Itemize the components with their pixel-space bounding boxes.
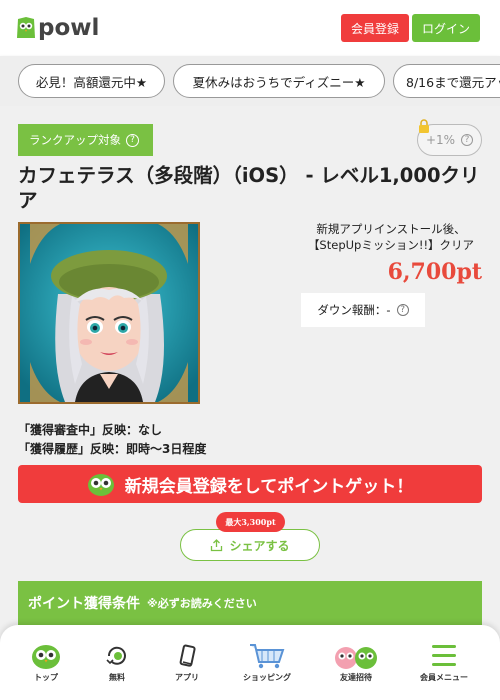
free-coin-icon [106,646,126,665]
nav-item-app[interactable]: アプリ [167,625,207,700]
nav-label: ショッピング [243,673,291,682]
campaign-pill-strip[interactable]: 必見！高額還元中★ 夏休みはおうちでディズニー★ 8/16まで還元アップ [0,56,500,106]
campaign-pill[interactable]: 夏休みはおうちでディズニー★ [173,64,385,98]
help-icon: ? [126,133,139,147]
campaign-pill[interactable]: 必見！高額還元中★ [18,64,165,98]
down-reward-info[interactable]: ダウン報酬：- ? [301,293,425,327]
share-max-badge: 最大3,300pt [216,512,285,532]
nav-label: アプリ [175,673,199,682]
nav-label: 友達招待 [340,673,372,682]
offer-points: 6,700pt [387,259,482,285]
share-icon [211,538,223,551]
conditions-header: ポイント獲得条件 ※必ずお読みください [18,581,482,625]
hamburger-menu-icon [432,645,456,666]
site-header: powl 会員登録 ログイン [0,0,500,56]
lock-icon [419,119,429,133]
review-line: 「獲得履歴」反映：即時～3日程度 [18,442,207,456]
down-reward-label: ダウン報酬：- [317,303,391,317]
nav-item-member-menu[interactable]: 会員メニュー [416,625,472,700]
register-cta-button[interactable]: 新規会員登録をしてポイントゲット！ [18,465,482,503]
powl-logo[interactable]: powl [16,14,99,42]
bottom-navigation: トップ 無料 アプリ ショッピング 友達招待 会員メニュー [0,625,500,700]
offer-description: 新規アプリインストール後、 【StepUpミッション!!】クリア [300,221,482,253]
shopping-cart-icon [250,644,285,669]
review-info: 「獲得審査中」反映：なし 「獲得履歴」反映：即時～3日程度 [18,421,206,459]
owl-icon [87,474,114,496]
nav-item-free[interactable]: 無料 [97,625,137,700]
offer-title: カフェテラス（多段階）（iOS） - レベル1,000クリア [18,164,480,212]
invite-friends-icon [335,647,377,669]
nav-label: 会員メニュー [420,673,468,682]
nav-item-shopping[interactable]: ショッピング [240,625,294,700]
help-icon: ? [461,134,474,146]
campaign-pill[interactable]: 8/16まで還元アップ [393,64,500,98]
login-button[interactable]: ログイン [412,14,480,42]
description-line: 【StepUpミッション!!】クリア [307,238,475,252]
help-icon: ? [396,304,409,316]
nav-item-invite[interactable]: 友達招待 [333,625,379,700]
rate-label: +1% [425,133,456,147]
rank-up-label: ランクアップ対象 [29,133,121,147]
conditions-note: ※必ずお読みください [147,597,257,610]
register-button[interactable]: 会員登録 [341,14,409,42]
nav-item-top[interactable]: トップ [24,625,68,700]
owl-logo-icon [17,17,35,38]
app-icon-image [18,222,200,404]
conditions-heading: ポイント獲得条件 [28,596,140,612]
owl-home-icon [32,645,60,669]
description-line: 新規アプリインストール後、 [316,222,466,236]
rank-up-badge[interactable]: ランクアップ対象 ? [18,124,153,156]
review-line: 「獲得審査中」反映：なし [18,423,163,437]
cta-label: 新規会員登録をしてポイントゲット！ [124,476,414,497]
app-character-illustration [20,224,198,402]
smartphone-icon [179,644,196,667]
share-button[interactable]: シェアする [180,529,320,561]
logo-text: powl [38,15,100,41]
nav-label: トップ [34,673,58,682]
share-label: シェアする [229,538,290,553]
nav-label: 無料 [109,673,125,682]
